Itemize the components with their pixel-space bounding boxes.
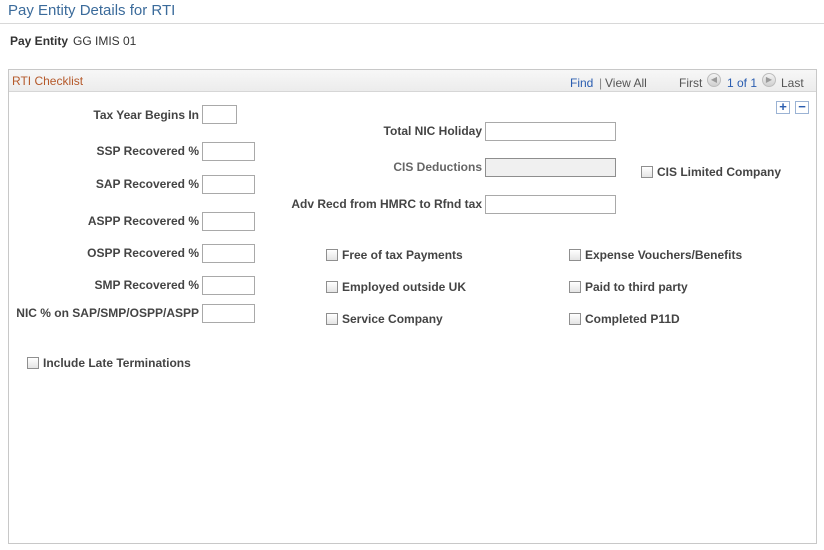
total-nic-holiday-input[interactable] bbox=[485, 122, 616, 141]
find-link[interactable]: Find bbox=[570, 76, 593, 90]
checkbox-box[interactable] bbox=[569, 281, 581, 293]
cis-deductions-label: CIS Deductions bbox=[393, 160, 482, 174]
ssp-recovered-label: SSP Recovered % bbox=[96, 144, 200, 158]
next-arrow-icon[interactable]: ▶ bbox=[762, 73, 776, 87]
sap-recovered-input[interactable] bbox=[202, 175, 255, 194]
panel-header: RTI Checklist Find | View All First ◀ 1 … bbox=[9, 70, 816, 92]
nav-separator: | bbox=[599, 76, 603, 90]
previous-arrow-icon[interactable]: ◀ bbox=[707, 73, 721, 87]
ssp-recovered-input[interactable] bbox=[202, 142, 255, 161]
pay-entity-label: Pay Entity bbox=[10, 34, 69, 48]
adv-recd-input[interactable] bbox=[485, 195, 616, 214]
checkbox-label: Free of tax Payments bbox=[342, 248, 463, 262]
title-divider bbox=[0, 23, 824, 24]
first-label: First bbox=[679, 76, 703, 90]
ospp-recovered-label: OSPP Recovered % bbox=[87, 246, 199, 260]
checkbox-box[interactable] bbox=[326, 249, 338, 261]
checkbox-box[interactable] bbox=[27, 357, 39, 369]
pay-entity-value: GG IMIS 01 bbox=[73, 34, 137, 48]
view-all-link[interactable]: View All bbox=[605, 76, 647, 90]
checkbox-label: Service Company bbox=[342, 312, 443, 326]
page-title: Pay Entity Details for RTI bbox=[8, 2, 176, 19]
total-nic-holiday-label: Total NIC Holiday bbox=[383, 124, 482, 138]
checkbox-box[interactable] bbox=[326, 281, 338, 293]
adv-recd-label: Adv Recd from HMRC to Rfnd tax bbox=[291, 197, 482, 211]
checkbox-box[interactable] bbox=[641, 166, 653, 178]
sap-recovered-label: SAP Recovered % bbox=[95, 177, 199, 191]
aspp-recovered-input[interactable] bbox=[202, 212, 255, 231]
last-label: Last bbox=[781, 76, 804, 90]
smp-recovered-label: SMP Recovered % bbox=[94, 278, 200, 292]
panel-title: RTI Checklist bbox=[12, 74, 84, 88]
delete-row-button[interactable]: − bbox=[795, 100, 809, 114]
checkbox-box[interactable] bbox=[569, 313, 581, 325]
nic-pct-label: NIC % on SAP/SMP/OSPP/ASPP bbox=[16, 306, 199, 320]
checkbox-label: Completed P11D bbox=[585, 312, 680, 326]
tax-year-begins-in-label: Tax Year Begins In bbox=[93, 108, 199, 122]
add-row-button[interactable]: + bbox=[776, 100, 790, 114]
checkbox-box[interactable] bbox=[569, 249, 581, 261]
cis-deductions-input bbox=[485, 158, 616, 177]
ospp-recovered-input[interactable] bbox=[202, 244, 255, 263]
row-count: 1 of 1 bbox=[727, 76, 758, 90]
nic-pct-input[interactable] bbox=[202, 304, 255, 323]
tax-year-begins-in-input[interactable] bbox=[202, 105, 237, 124]
aspp-recovered-label: ASPP Recovered % bbox=[87, 214, 199, 228]
checkbox-box[interactable] bbox=[326, 313, 338, 325]
checkbox-label: Paid to third party bbox=[585, 280, 688, 294]
checkbox-label: Employed outside UK bbox=[342, 280, 467, 294]
checkbox-label: CIS Limited Company bbox=[657, 165, 782, 179]
checkbox-label: Expense Vouchers/Benefits bbox=[585, 248, 743, 262]
checkbox-label: Include Late Terminations bbox=[43, 356, 191, 370]
smp-recovered-input[interactable] bbox=[202, 276, 255, 295]
